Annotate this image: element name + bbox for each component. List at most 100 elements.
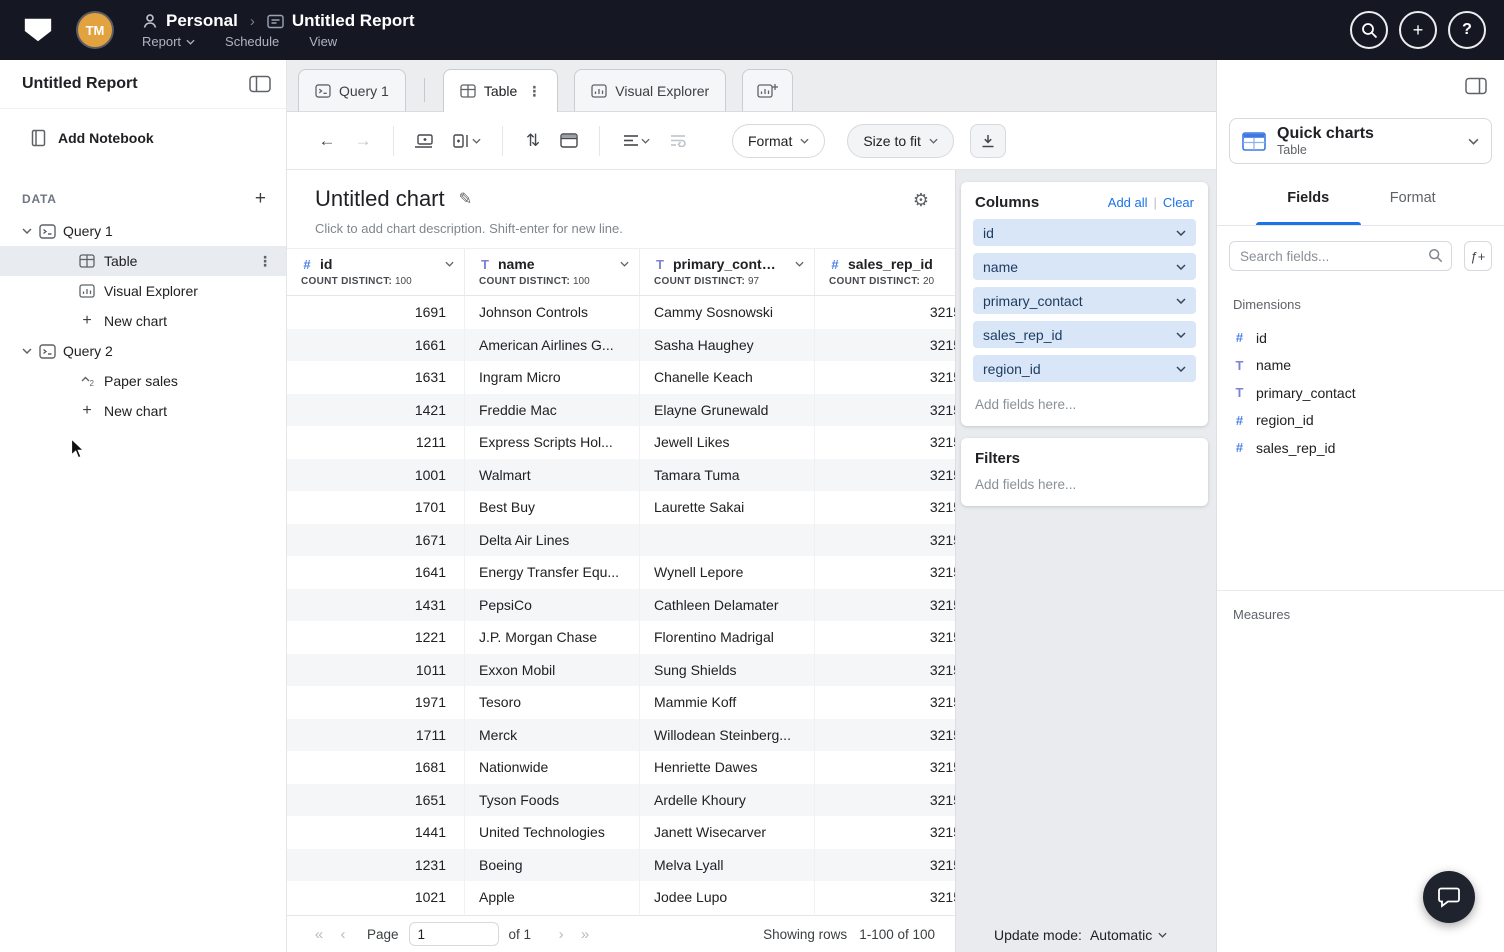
page-number-input[interactable] — [409, 922, 499, 946]
item-menu-button[interactable]: ⋮ — [258, 253, 272, 270]
field-item-region_id[interactable]: #region_id — [1233, 407, 1488, 435]
tab-fields[interactable]: Fields — [1256, 182, 1361, 225]
menu-report[interactable]: Report — [142, 34, 195, 49]
sidebar-item-table[interactable]: Table ⋮ — [0, 246, 286, 276]
table-row[interactable]: 1001WalmartTamara Tuma3215 — [287, 459, 955, 492]
table-row[interactable]: 1231BoeingMelva Lyall3215 — [287, 849, 955, 882]
edit-title-icon[interactable]: ✎ — [459, 189, 472, 209]
table-row[interactable]: 1971TesoroMammie Koff3215 — [287, 686, 955, 719]
search-button[interactable] — [1350, 11, 1388, 49]
collapse-sidebar-button[interactable] — [248, 74, 272, 94]
field-item-primary_contact[interactable]: Tprimary_contact — [1233, 379, 1488, 407]
column-header-name[interactable]: Tname COUNT DISTINCT: 100 — [465, 249, 640, 295]
mode-logo[interactable] — [18, 13, 58, 47]
add-chart-tab-button[interactable] — [742, 69, 793, 111]
table-row[interactable]: 1221J.P. Morgan ChaseFlorentino Madrigal… — [287, 621, 955, 654]
column-pill-primary_contact[interactable]: primary_contact — [973, 287, 1196, 314]
quick-charts-select[interactable]: Quick charts Table — [1229, 118, 1492, 164]
format-button[interactable]: Format — [732, 124, 825, 158]
table-row[interactable]: 1431PepsiCoCathleen Delamater3215 — [287, 589, 955, 622]
prev-page-button[interactable]: ‹ — [331, 926, 355, 943]
table-row[interactable]: 1691Johnson ControlsCammy Sosnowski3215 — [287, 296, 955, 329]
table-row[interactable]: 1701Best BuyLaurette Sakai3215 — [287, 491, 955, 524]
number-type-icon: # — [1233, 330, 1246, 345]
next-page-button[interactable]: › — [549, 926, 573, 943]
sidebar-item-paper-sales[interactable]: 2 Paper sales — [0, 366, 286, 396]
chart-description-placeholder[interactable]: Click to add chart description. Shift-en… — [315, 221, 931, 236]
tab-format[interactable]: Format — [1361, 182, 1466, 225]
table-row[interactable]: 1711MerckWillodean Steinberg...3215 — [287, 719, 955, 752]
add-data-button[interactable]: + — [255, 189, 266, 208]
formula-icon: ƒ+ — [1471, 249, 1486, 264]
download-button[interactable] — [970, 124, 1006, 158]
first-page-button[interactable]: « — [307, 926, 331, 943]
table-row[interactable]: 1211Express Scripts Hol...Jewell Likes32… — [287, 426, 955, 459]
field-item-sales_rep_id[interactable]: #sales_rep_id — [1233, 434, 1488, 462]
insert-column-button[interactable] — [442, 123, 490, 159]
sidebar-item-new-chart-2[interactable]: + New chart — [0, 396, 286, 426]
table-row[interactable]: 1441United TechnologiesJanett Wisecarver… — [287, 816, 955, 849]
help-button[interactable]: ? — [1448, 11, 1486, 49]
cell-sales-rep-id: 3215 — [815, 426, 955, 459]
cell-sales-rep-id: 3215 — [815, 751, 955, 784]
sidebar-item-new-chart-1[interactable]: + New chart — [0, 306, 286, 336]
chevron-down-icon[interactable] — [445, 261, 454, 267]
field-item-id[interactable]: #id — [1233, 324, 1488, 352]
table-row[interactable]: 1641Energy Transfer Equ...Wynell Lepore3… — [287, 556, 955, 589]
collapse-panel-button[interactable] — [1464, 76, 1488, 96]
add-notebook-button[interactable]: Add Notebook — [30, 129, 286, 147]
column-header-sales-rep-id[interactable]: #sales_rep_id COUNT DISTINCT: 20 — [815, 249, 955, 295]
table-row[interactable]: 1651Tyson FoodsArdelle Khoury3215 — [287, 784, 955, 817]
column-header-primary-contact[interactable]: Tprimary_contact COUNT DISTINCT: 97 — [640, 249, 815, 295]
sort-button[interactable]: ⇅ — [515, 123, 551, 159]
tab-query-1[interactable]: Query 1 — [298, 69, 406, 111]
update-mode-select[interactable]: Automatic — [1090, 927, 1167, 943]
add-calculation-button[interactable]: ƒ+ — [1464, 241, 1492, 271]
undo-button[interactable]: ← — [309, 123, 345, 159]
table-row[interactable]: 1631Ingram MicroChanelle Keach3215 — [287, 361, 955, 394]
redo-button[interactable]: → — [345, 123, 381, 159]
chart-title[interactable]: Untitled chart — [315, 184, 445, 214]
help-chat-button[interactable] — [1423, 871, 1475, 923]
text-wrap-button[interactable] — [660, 123, 696, 159]
tab-menu-button[interactable]: ⋮ — [527, 83, 541, 100]
add-button[interactable]: + — [1399, 11, 1437, 49]
tab-visual-explorer[interactable]: Visual Explorer — [574, 69, 726, 111]
table-row[interactable]: 1421Freddie MacElayne Grunewald3215 — [287, 394, 955, 427]
last-page-button[interactable]: » — [573, 926, 597, 943]
sidebar-item-query-1[interactable]: Query 1 — [0, 216, 286, 246]
column-pill-sales_rep_id[interactable]: sales_rep_id — [973, 321, 1196, 348]
column-pill-region_id[interactable]: region_id — [973, 355, 1196, 382]
insert-row-button[interactable] — [406, 123, 442, 159]
menu-schedule[interactable]: Schedule — [225, 34, 279, 49]
workspace-name[interactable]: Personal — [166, 11, 238, 31]
columns-drop-zone[interactable]: Add fields here... — [961, 389, 1208, 426]
cell-name: Express Scripts Hol... — [465, 426, 640, 459]
chevron-down-icon[interactable] — [795, 261, 804, 267]
column-header-id[interactable]: #id COUNT DISTINCT: 100 — [287, 249, 465, 295]
sidebar-item-query-2[interactable]: Query 2 — [0, 336, 286, 366]
table-row[interactable]: 1681NationwideHenriette Dawes3215 — [287, 751, 955, 784]
search-fields-input[interactable] — [1229, 241, 1452, 271]
chevron-down-icon[interactable] — [620, 261, 629, 267]
field-item-name[interactable]: Tname — [1233, 352, 1488, 380]
tab-table[interactable]: Table ⋮ — [443, 69, 558, 112]
add-all-link[interactable]: Add all — [1108, 195, 1148, 210]
table-row[interactable]: 1671Delta Air Lines3215 — [287, 524, 955, 557]
cell-id: 1421 — [287, 394, 465, 427]
chart-settings-gear-icon[interactable]: ⚙ — [913, 190, 929, 211]
column-pill-id[interactable]: id — [973, 219, 1196, 246]
clear-link[interactable]: Clear — [1163, 195, 1194, 210]
menu-view[interactable]: View — [309, 34, 337, 49]
sidebar-item-visual-explorer[interactable]: Visual Explorer — [0, 276, 286, 306]
table-row[interactable]: 1011Exxon MobilSung Shields3215 — [287, 654, 955, 687]
freeze-table-button[interactable] — [551, 123, 587, 159]
size-to-fit-button[interactable]: Size to fit — [847, 124, 954, 158]
report-title[interactable]: Untitled Report — [292, 11, 415, 31]
table-row[interactable]: 1661American Airlines G...Sasha Haughey3… — [287, 329, 955, 362]
filters-drop-zone[interactable]: Add fields here... — [961, 475, 1208, 506]
column-pill-name[interactable]: name — [973, 253, 1196, 280]
table-row[interactable]: 1021AppleJodee Lupo3215 — [287, 881, 955, 914]
avatar[interactable]: TM — [78, 13, 112, 47]
align-button[interactable] — [612, 123, 660, 159]
